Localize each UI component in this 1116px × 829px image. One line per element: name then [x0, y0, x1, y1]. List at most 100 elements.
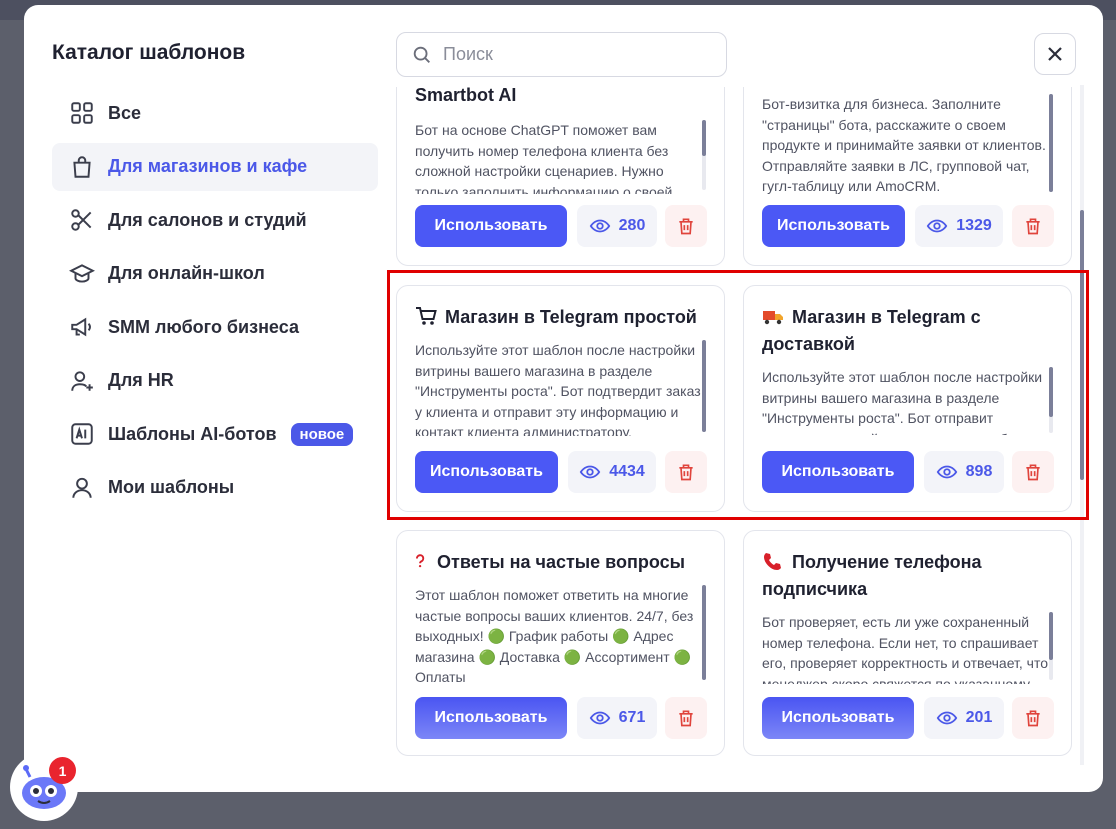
- use-template-button[interactable]: Использовать: [762, 205, 905, 247]
- use-template-button[interactable]: Использовать: [415, 697, 567, 739]
- card-title: Получение телефона подписчика: [762, 549, 1052, 603]
- views-counter: 1329: [915, 205, 1003, 247]
- eye-icon: [936, 711, 957, 725]
- template-card: Магазин в Telegram простой Используйте э…: [396, 285, 725, 512]
- template-card: Магазин в Telegram с доставкой Используй…: [743, 285, 1072, 512]
- shopping-bag-icon: [68, 153, 96, 181]
- sidebar-item-ai-templates[interactable]: Шаблоны AI-ботов новое: [52, 410, 378, 458]
- scissors-icon: [68, 206, 96, 234]
- truck-icon: [763, 311, 783, 325]
- graduation-cap-icon: [68, 260, 96, 288]
- template-catalog-modal: Каталог шаблонов Все Для магазинов и каф…: [24, 5, 1103, 792]
- cart-icon: [416, 307, 437, 325]
- user-add-icon: [68, 367, 96, 395]
- sidebar-item-label: Для магазинов и кафе: [108, 156, 308, 176]
- delete-button[interactable]: [665, 451, 707, 493]
- new-badge: новое: [290, 422, 354, 446]
- card-title: Магазин в Telegram с доставкой: [762, 304, 1052, 358]
- card-description: Используйте этот шаблон после настройки …: [415, 342, 701, 436]
- description-scroll-thumb[interactable]: [1049, 612, 1053, 660]
- card-title: Smartbot AI: [415, 87, 517, 105]
- sidebar-item-label: Для HR: [108, 370, 174, 390]
- question-icon: [415, 554, 425, 568]
- sidebar-item-label: Для салонов и студий: [108, 209, 307, 230]
- trash-icon: [679, 710, 693, 727]
- use-template-button[interactable]: Использовать: [762, 697, 914, 739]
- views-count: 4434: [609, 463, 645, 480]
- notification-badge: 1: [49, 757, 76, 784]
- description-scroll-thumb[interactable]: [1049, 94, 1053, 192]
- delete-button[interactable]: [665, 697, 707, 739]
- views-counter: 201: [924, 697, 1004, 739]
- search-icon: [413, 46, 430, 63]
- sidebar-item-smm[interactable]: SMM любого бизнеса: [52, 303, 378, 351]
- card-title: Магазин в Telegram простой: [415, 304, 705, 331]
- description-scroll-thumb[interactable]: [702, 340, 706, 432]
- eye-icon: [936, 465, 957, 479]
- description-scroll-thumb[interactable]: [702, 120, 706, 156]
- ai-icon: [68, 420, 96, 448]
- card-title-text: Получение телефона подписчика: [762, 552, 982, 599]
- eye-icon: [589, 219, 610, 233]
- card-description: Этот шаблон поможет ответить на многие ч…: [415, 587, 694, 685]
- trash-icon: [679, 464, 693, 481]
- sidebar-item-salons-studios[interactable]: Для салонов и студий: [52, 196, 378, 244]
- grid-icon: [68, 99, 96, 127]
- views-count: 898: [965, 463, 993, 480]
- template-card: Бот-визитка для бизнеса. Заполните "стра…: [743, 87, 1072, 266]
- modal-title: Каталог шаблонов: [52, 41, 246, 64]
- trash-icon: [1026, 710, 1040, 727]
- search-input[interactable]: [443, 44, 703, 65]
- views-count: 201: [965, 709, 993, 726]
- use-template-button[interactable]: Использовать: [415, 451, 558, 493]
- views-count: 1329: [956, 217, 992, 234]
- description-scroll-thumb[interactable]: [702, 585, 706, 680]
- views-count: 671: [618, 709, 646, 726]
- delete-button[interactable]: [665, 205, 707, 247]
- views-counter: 280: [577, 205, 657, 247]
- card-description: Используйте этот шаблон после настройки …: [762, 369, 1043, 435]
- views-counter: 4434: [568, 451, 656, 493]
- grid-scroll-thumb[interactable]: [1080, 210, 1084, 480]
- sidebar-item-shops-cafes[interactable]: Для магазинов и кафе: [52, 142, 378, 191]
- megaphone-icon: [68, 313, 96, 341]
- eye-icon: [589, 711, 610, 725]
- template-card: Smartbot AI Бот на основе ChatGPT поможе…: [396, 87, 725, 266]
- card-description: Бот проверяет, есть ли уже сохраненный н…: [762, 614, 1049, 684]
- close-icon: [1048, 47, 1062, 61]
- use-template-button[interactable]: Использовать: [762, 451, 914, 493]
- card-title-text: Ответы на частые вопросы: [437, 552, 685, 572]
- search-box[interactable]: [396, 32, 727, 77]
- sidebar-item-label: Шаблоны AI-ботов: [108, 423, 277, 444]
- close-button[interactable]: [1034, 33, 1076, 75]
- views-count: 280: [618, 217, 646, 234]
- views-counter: 671: [577, 697, 657, 739]
- sidebar-item-my-templates[interactable]: Мои шаблоны: [52, 464, 378, 512]
- category-sidebar: Все Для магазинов и кафе Для салонов и с…: [52, 89, 378, 517]
- trash-icon: [1026, 464, 1040, 481]
- sidebar-item-label: Для онлайн-школ: [108, 263, 265, 283]
- delete-button[interactable]: [1012, 451, 1054, 493]
- card-description: Бот-визитка для бизнеса. Заполните "стра…: [762, 96, 1046, 194]
- sidebar-item-label: Мои шаблоны: [108, 477, 235, 497]
- delete-button[interactable]: [1012, 205, 1054, 247]
- template-card: Ответы на частые вопросы Этот шаблон пом…: [396, 530, 725, 756]
- description-scroll-thumb[interactable]: [1049, 367, 1053, 417]
- sidebar-item-online-schools[interactable]: Для онлайн-школ: [52, 250, 378, 298]
- card-title: Ответы на частые вопросы: [415, 549, 705, 576]
- views-counter: 898: [924, 451, 1004, 493]
- card-title-text: Магазин в Telegram с доставкой: [762, 307, 981, 354]
- card-description: Бот на основе ChatGPT поможет вам получи…: [415, 122, 673, 194]
- delete-button[interactable]: [1012, 697, 1054, 739]
- sidebar-item-label: Все: [108, 102, 142, 123]
- phone-icon: [764, 553, 781, 570]
- eye-icon: [579, 465, 601, 479]
- sidebar-item-hr[interactable]: Для HR: [52, 357, 378, 405]
- use-template-button[interactable]: Использовать: [415, 205, 567, 247]
- user-icon: [68, 474, 96, 502]
- trash-icon: [1026, 218, 1040, 235]
- template-card: Получение телефона подписчика Бот провер…: [743, 530, 1072, 756]
- templates-grid: Smartbot AI Бот на основе ChatGPT поможе…: [396, 87, 1086, 792]
- sidebar-item-all[interactable]: Все: [52, 89, 378, 137]
- eye-icon: [926, 219, 948, 233]
